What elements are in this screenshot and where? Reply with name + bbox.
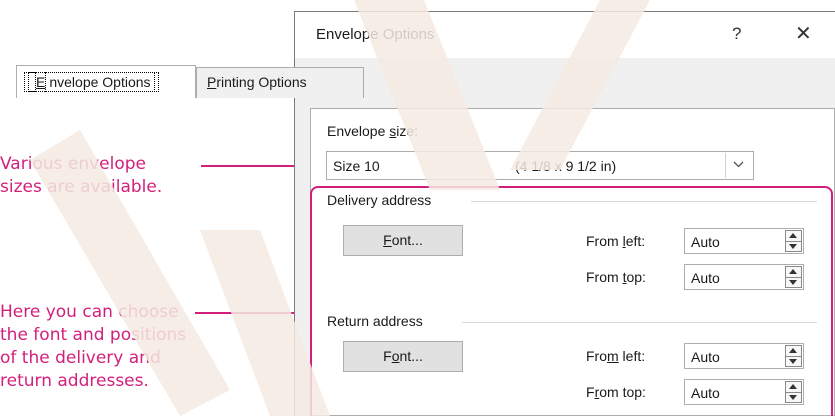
- dialog-title: Envelope Options: [316, 26, 435, 43]
- callout-envelope-sizes: Various envelope sizes are available.: [0, 154, 163, 197]
- delivery-from-top-label: From top:: [586, 269, 646, 285]
- title-bar: Envelope Options ? ✕: [295, 12, 835, 58]
- envelope-size-dims: (4 1/8 x 9 1/2 in): [515, 158, 617, 174]
- spinner-arrows-icon[interactable]: [785, 345, 802, 367]
- delivery-font-button[interactable]: Font...: [343, 225, 463, 256]
- return-from-left-label: From left:: [586, 348, 646, 364]
- help-button[interactable]: ?: [732, 24, 741, 44]
- tab-envelope-options[interactable]: Envelope Options: [16, 65, 196, 98]
- return-from-left-spinner[interactable]: Auto: [684, 343, 804, 369]
- return-address-heading: Return address: [327, 313, 423, 329]
- envelope-size-label: Envelope size:: [327, 123, 419, 139]
- envelope-size-name: Size 10: [333, 158, 380, 174]
- delivery-from-left-label: From left:: [586, 233, 646, 249]
- delivery-from-left-spinner[interactable]: Auto: [684, 228, 804, 254]
- close-icon[interactable]: ✕: [795, 21, 812, 46]
- delivery-group-divider: [471, 201, 817, 202]
- chevron-down-icon[interactable]: [725, 153, 752, 178]
- return-group-divider: [462, 322, 817, 323]
- spinner-arrows-icon[interactable]: [785, 266, 802, 288]
- delivery-address-heading: Delivery address: [327, 192, 432, 208]
- return-font-button[interactable]: Font...: [343, 341, 463, 372]
- callout-line-sizes: [201, 165, 300, 167]
- envelope-size-select[interactable]: Size 10 (4 1/8 x 9 1/2 in): [326, 151, 754, 180]
- spinner-arrows-icon[interactable]: [785, 381, 802, 403]
- return-from-top-label: From top:: [586, 384, 646, 400]
- tab-printing-options[interactable]: Printing Options: [196, 67, 364, 98]
- return-from-top-spinner[interactable]: Auto: [684, 379, 804, 405]
- spinner-arrows-icon[interactable]: [785, 230, 802, 252]
- callout-font-positions: Here you can choose the font and positio…: [0, 302, 187, 391]
- delivery-from-top-spinner[interactable]: Auto: [684, 264, 804, 290]
